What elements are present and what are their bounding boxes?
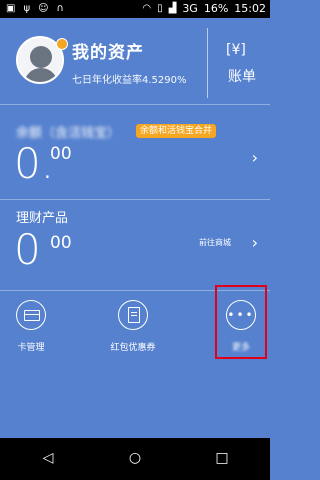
yuebao-row[interactable]: 余额（含活钱宝） 余额和活钱宝合并 0. 00 › <box>0 118 270 198</box>
clock: 15:02 <box>234 2 266 15</box>
go-to-mall-link[interactable]: 前往商城 <box>199 237 231 248</box>
page-title: 我的资产 <box>72 43 144 63</box>
signal-icon: ▟ <box>168 3 177 14</box>
header-divider <box>207 28 208 98</box>
avatar-badge-dot <box>56 38 68 50</box>
headphones-icon: ∩ <box>56 3 64 14</box>
wealth-label: 理财产品 <box>16 211 69 226</box>
status-right: ◠ ▯ ▟ 3G 16% 15:02 <box>142 2 266 16</box>
bill-label: 账单 <box>228 69 256 85</box>
yuan-icon: [¥] <box>226 42 246 58</box>
status-bar: ▣ ψ ☺ ∩ ◠ ▯ ▟ 3G 16% 15:02 <box>0 0 270 18</box>
chevron-right-icon: › <box>251 233 258 252</box>
asset-header: 我的资产 七日年化收益率4.5290% [¥] 账单 <box>0 18 270 104</box>
wealth-products-row[interactable]: 理财产品 0 00 前往商城 › <box>0 200 270 290</box>
merge-badge: 余额和活钱宝合并 <box>136 124 217 138</box>
navigation-bar: ◁ ○ □ <box>0 438 270 480</box>
card-management-label: 卡管理 <box>17 343 45 353</box>
card-icon <box>16 300 46 330</box>
status-left: ▣ ψ ☺ ∩ <box>6 2 64 16</box>
highlight-box <box>215 285 267 359</box>
chevron-right-icon: › <box>251 148 258 167</box>
back-icon[interactable]: ◁ <box>40 450 56 466</box>
avatar-shoulders <box>24 68 58 82</box>
wealth-amount: 0 <box>14 225 41 274</box>
network-label: 3G <box>182 2 198 15</box>
coupon-icon <box>118 300 148 330</box>
home-icon[interactable]: ○ <box>127 450 143 466</box>
wealth-amount-decimal: 00 <box>50 233 72 253</box>
notification-icon: ▣ <box>6 3 16 14</box>
divider <box>0 104 270 105</box>
recents-icon[interactable]: □ <box>214 450 230 466</box>
yuebao-amount: 0. <box>14 139 55 188</box>
mute-icon: ▯ <box>157 3 163 14</box>
yuebao-amount-decimal: 00 <box>50 144 72 164</box>
android-icon: ☺ <box>38 3 49 14</box>
yield-subtitle: 七日年化收益率4.5290% <box>72 75 187 86</box>
avatar-face <box>30 46 52 68</box>
coupon-button[interactable]: 红包优惠券 <box>93 297 173 359</box>
coupon-label: 红包优惠券 <box>110 343 156 353</box>
battery-percent: 16% <box>203 2 229 15</box>
card-management-button[interactable]: 卡管理 <box>0 297 71 359</box>
wifi-icon: ◠ <box>142 3 152 14</box>
usb-icon: ψ <box>23 3 31 14</box>
bill-button[interactable]: [¥] 账单 <box>214 38 270 98</box>
